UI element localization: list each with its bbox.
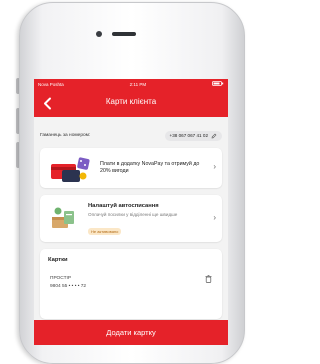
earpiece-speaker: [112, 32, 136, 36]
card-number: 9804 55 • • • • 72: [50, 284, 87, 289]
novapay-promo-card[interactable]: Плати в додатку NovaPay та отримуй до 20…: [40, 148, 222, 188]
status-bar: Nova Poshta 2:11 PM: [34, 79, 228, 89]
autopay-card[interactable]: Налаштуй автосписання Оплачуй посилки у …: [40, 195, 222, 242]
cards-section: Картки ПРОСТІР 9804 55 • • • • 72: [40, 249, 222, 319]
add-card-button[interactable]: Додати картку: [34, 320, 228, 345]
status-badge: Не активовано: [88, 228, 122, 235]
card-name: ПРОСТІР: [50, 276, 72, 281]
trash-icon[interactable]: [205, 275, 212, 283]
parcel-illustration-icon: [52, 207, 74, 228]
autopay-title: Налаштуй автосписання: [88, 203, 159, 209]
status-time: 2:11 PM: [129, 81, 147, 87]
front-camera: [96, 31, 102, 37]
edit-pencil-icon: [211, 133, 217, 138]
autopay-description: Оплачуй посилки у відділенні ще швидше: [88, 212, 178, 217]
wallet-label: Гаманець за номером:: [40, 133, 91, 138]
carrier-label: Nova Poshta: [38, 81, 64, 87]
wallet-phone-pill[interactable]: +38 067 067 41 02: [164, 130, 222, 141]
promo-text: Плати в додатку NovaPay та отримуй до 20…: [100, 161, 200, 174]
app-screen: Nova Poshta 2:11 PM Карти клієнта Гамане…: [34, 79, 228, 345]
wallet-row: Гаманець за номером: +38 067 067 41 02: [40, 129, 222, 142]
chevron-right-icon: ›: [213, 162, 216, 171]
chevron-right-icon: ›: [213, 213, 216, 222]
cards-section-title: Картки: [48, 257, 68, 263]
cards-dice-illustration-icon: [51, 157, 90, 182]
battery-icon: [212, 81, 224, 87]
product-mockup: Nova Poshta 2:11 PM Карти клієнта Гамане…: [0, 0, 245, 364]
chevron-left-icon: [43, 97, 51, 109]
header-bar: Карти клієнта: [34, 89, 228, 117]
wallet-phone-number: +38 067 067 41 02: [169, 133, 208, 138]
back-button[interactable]: [40, 95, 54, 111]
page-title: Карти клієнта: [105, 97, 157, 106]
